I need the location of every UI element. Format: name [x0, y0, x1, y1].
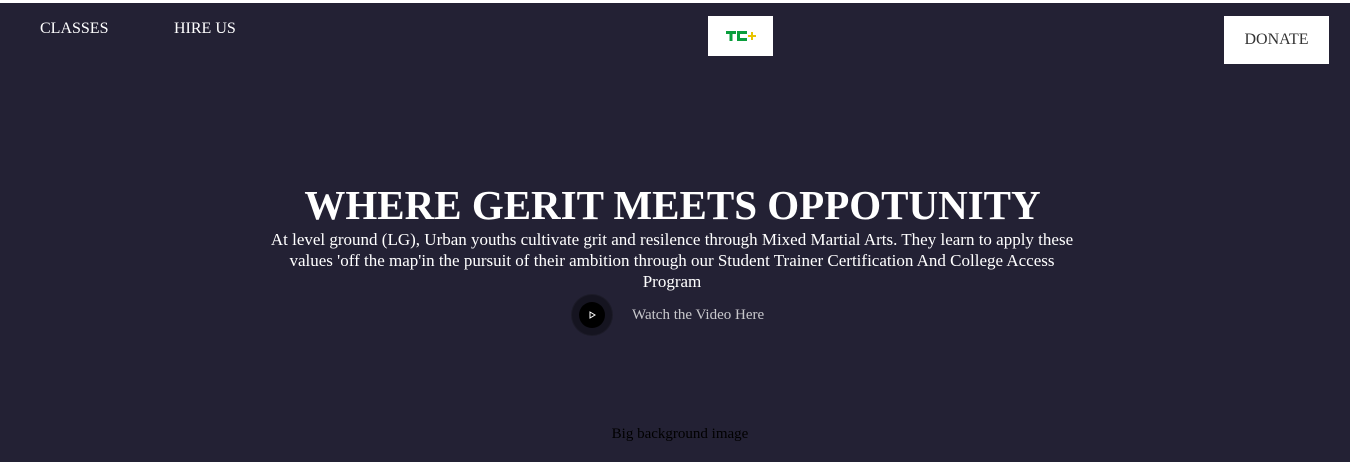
hero-section: CLASSES HIRE US DONATE WHERE GERIT MEETS…: [0, 3, 1350, 462]
hero-headline: WHERE GERIT MEETS OPPOTUNITY: [304, 182, 1041, 228]
play-icon: [579, 302, 605, 328]
hero-subtext: At level ground (LG), Urban youths culti…: [270, 230, 1074, 291]
watch-video-link[interactable]: Watch the Video Here: [572, 295, 764, 335]
nav-link-classes[interactable]: CLASSES: [40, 20, 108, 38]
logo[interactable]: [708, 16, 773, 56]
watch-video-label[interactable]: Watch the Video Here: [632, 307, 764, 324]
play-button[interactable]: [572, 295, 612, 335]
tc-plus-logo-icon: [725, 31, 756, 41]
background-image-caption: Big background image: [611, 426, 749, 442]
donate-button[interactable]: DONATE: [1224, 16, 1329, 64]
nav-link-hire-us[interactable]: HIRE US: [174, 20, 236, 38]
